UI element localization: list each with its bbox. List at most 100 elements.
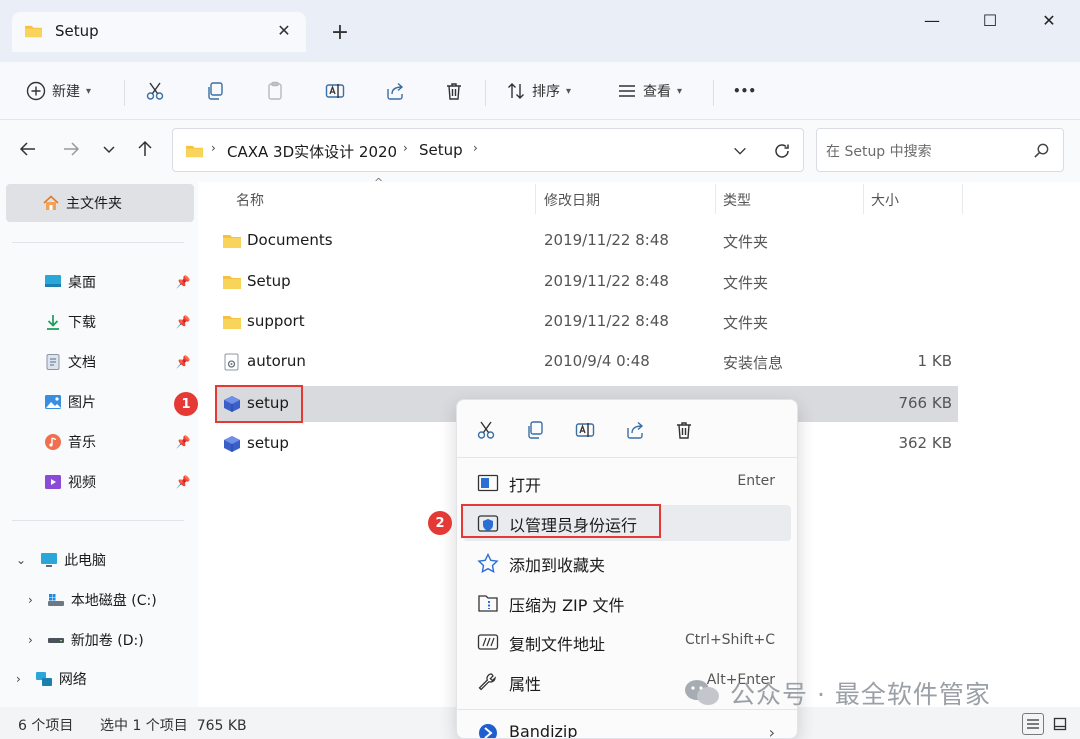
step-badge-1: 1 bbox=[174, 392, 198, 416]
pin-icon[interactable]: 📌 bbox=[176, 355, 191, 369]
column-separator[interactable] bbox=[715, 184, 716, 214]
sidebar-item-label: 图片 bbox=[68, 395, 96, 411]
file-row[interactable]: Setup 2019/11/22 8:48 文件夹 bbox=[216, 264, 958, 300]
tab-close-icon[interactable]: ✕ bbox=[274, 20, 294, 40]
menu-item-label: 添加到收藏夹 bbox=[509, 556, 606, 575]
home-icon bbox=[43, 195, 59, 210]
file-row[interactable]: Documents 2019/11/22 8:48 文件夹 bbox=[216, 223, 958, 259]
search-input[interactable]: 在 Setup 中搜索 bbox=[826, 141, 932, 161]
column-separator[interactable] bbox=[863, 184, 864, 214]
up-button[interactable] bbox=[134, 138, 156, 160]
column-separator[interactable] bbox=[535, 184, 536, 214]
chevron-right-icon[interactable]: › bbox=[28, 593, 33, 607]
chevron-down-icon[interactable]: ⌄ bbox=[16, 553, 26, 567]
tiles-view-button[interactable] bbox=[1049, 713, 1071, 735]
refresh-button[interactable] bbox=[771, 140, 793, 162]
pin-icon[interactable]: 📌 bbox=[176, 275, 191, 289]
breadcrumb-chevron-icon: › bbox=[211, 141, 216, 155]
sidebar-item-documents[interactable]: 文档 bbox=[0, 344, 198, 380]
share-button[interactable] bbox=[623, 418, 647, 442]
search-icon[interactable] bbox=[1033, 142, 1050, 159]
sort-button[interactable]: 排序 ▾ bbox=[506, 72, 571, 110]
sidebar-item-pictures[interactable]: 图片 bbox=[0, 384, 198, 420]
sidebar-item-network[interactable]: › 网络 bbox=[0, 661, 198, 697]
file-modified: 2019/11/22 8:48 bbox=[544, 231, 669, 249]
breadcrumb-segment[interactable]: Setup bbox=[419, 141, 463, 159]
column-header-size[interactable]: 大小 bbox=[871, 190, 899, 210]
breadcrumb-chevron-icon: › bbox=[473, 141, 478, 155]
file-row[interactable]: support 2019/11/22 8:48 文件夹 bbox=[216, 304, 958, 340]
back-button[interactable] bbox=[17, 138, 39, 160]
delete-button[interactable] bbox=[444, 72, 464, 110]
sidebar-item-label: 网络 bbox=[58, 672, 87, 688]
sidebar-item-videos[interactable]: 视频 bbox=[0, 464, 198, 500]
sidebar-item-drive-d[interactable]: › 新加卷 (D:) bbox=[0, 622, 198, 658]
sidebar-item-label: 下载 bbox=[68, 315, 96, 331]
copy-button[interactable] bbox=[523, 418, 547, 442]
cut-button[interactable] bbox=[474, 418, 498, 442]
sidebar-item-downloads[interactable]: 下载 bbox=[0, 304, 198, 340]
column-header-name[interactable]: 名称 bbox=[236, 190, 264, 210]
sidebar-item-home[interactable]: 主文件夹 bbox=[6, 184, 194, 222]
highlight-box-2 bbox=[461, 504, 661, 538]
divider bbox=[12, 242, 184, 243]
column-header-modified[interactable]: 修改日期 bbox=[544, 190, 600, 210]
close-window-button[interactable]: ✕ bbox=[1027, 6, 1071, 34]
command-bar: 新建 ▾ 排序 ▾ 查看 ▾ ••• bbox=[0, 62, 1080, 120]
delete-button[interactable] bbox=[672, 418, 696, 442]
new-button[interactable]: 新建 ▾ bbox=[26, 72, 91, 110]
network-icon bbox=[35, 672, 52, 686]
bandizip-icon bbox=[479, 724, 497, 738]
sidebar-item-music[interactable]: 音乐 bbox=[0, 424, 198, 460]
menu-item-copy-path[interactable]: 复制文件地址 Ctrl+Shift+C bbox=[463, 624, 791, 660]
highlight-box-1 bbox=[215, 385, 303, 423]
pin-icon[interactable]: 📌 bbox=[176, 475, 191, 489]
view-button[interactable]: 查看 ▾ bbox=[617, 72, 682, 110]
forward-button[interactable] bbox=[60, 138, 82, 160]
file-size: 362 KB bbox=[898, 434, 952, 452]
watermark: 公众号 · 最全软件管家 bbox=[682, 675, 991, 711]
chevron-right-icon[interactable]: › bbox=[28, 633, 33, 647]
more-options-button[interactable]: ••• bbox=[733, 72, 756, 110]
minimize-button[interactable]: — bbox=[910, 6, 954, 34]
menu-item-label: 压缩为 ZIP 文件 bbox=[509, 596, 625, 615]
menu-item-compress-zip[interactable]: 压缩为 ZIP 文件 bbox=[463, 585, 791, 621]
menu-item-open[interactable]: 打开 Enter bbox=[463, 465, 791, 501]
pin-icon[interactable]: 📌 bbox=[176, 315, 191, 329]
view-label: 查看 bbox=[643, 84, 671, 100]
menu-item-label: 复制文件地址 bbox=[509, 635, 606, 654]
column-header-type[interactable]: 类型 bbox=[723, 190, 751, 210]
sidebar-item-label: 此电脑 bbox=[64, 553, 107, 569]
file-name: autorun bbox=[247, 352, 306, 370]
address-bar[interactable]: › CAXA 3D实体设计 2020 › Setup › bbox=[172, 128, 804, 172]
rename-button[interactable] bbox=[325, 72, 345, 110]
share-button[interactable] bbox=[385, 72, 405, 110]
address-history-button[interactable] bbox=[729, 140, 751, 162]
rename-button[interactable] bbox=[573, 418, 597, 442]
cut-button[interactable] bbox=[145, 72, 165, 110]
copy-button[interactable] bbox=[205, 72, 225, 110]
view-icon bbox=[619, 85, 635, 97]
details-view-button[interactable] bbox=[1022, 713, 1044, 735]
menu-item-add-favorites[interactable]: 添加到收藏夹 bbox=[463, 545, 791, 581]
search-box[interactable]: 在 Setup 中搜索 bbox=[816, 128, 1064, 172]
file-name: support bbox=[247, 312, 305, 330]
menu-item-bandizip[interactable]: Bandizip › bbox=[463, 715, 791, 738]
sidebar-item-drive-c[interactable]: › 本地磁盘 (C:) bbox=[0, 582, 198, 618]
new-tab-button[interactable]: + bbox=[328, 20, 352, 45]
maximize-button[interactable]: ☐ bbox=[968, 6, 1012, 34]
chevron-right-icon[interactable]: › bbox=[16, 672, 21, 686]
arrow-left-icon bbox=[19, 142, 35, 156]
pin-icon[interactable]: 📌 bbox=[176, 435, 191, 449]
column-separator[interactable] bbox=[962, 184, 963, 214]
tab-setup[interactable]: Setup ✕ bbox=[12, 12, 306, 52]
sidebar-item-desktop[interactable]: 桌面 bbox=[0, 264, 198, 300]
file-row[interactable]: autorun 2010/9/4 0:48 安装信息 1 KB bbox=[216, 344, 958, 380]
sidebar-item-this-pc[interactable]: ⌄ 此电脑 bbox=[0, 542, 198, 578]
recent-locations-button[interactable] bbox=[98, 138, 120, 160]
desktop-icon bbox=[45, 275, 61, 287]
paste-button[interactable] bbox=[265, 72, 285, 110]
breadcrumb-segment[interactable]: CAXA 3D实体设计 2020 bbox=[227, 141, 397, 162]
sidebar-item-label: 视频 bbox=[68, 475, 96, 491]
star-icon bbox=[477, 553, 499, 573]
